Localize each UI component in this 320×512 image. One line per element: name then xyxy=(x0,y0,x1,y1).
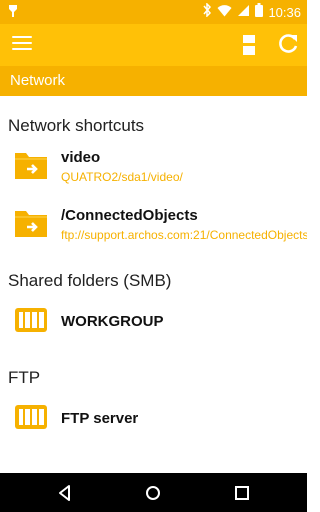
layout-toggle-icon[interactable] xyxy=(241,33,257,57)
server-icon xyxy=(14,403,48,433)
shortcut-item-video[interactable]: video QUATRO2/sda1/video/ xyxy=(0,142,307,194)
refresh-icon[interactable] xyxy=(276,32,300,56)
shortcut-path: ftp://support.archos.com:21/ConnectedObj… xyxy=(61,228,307,242)
bluetooth-icon xyxy=(202,2,212,22)
folder-shortcut-icon xyxy=(14,208,48,238)
shortcut-path: QUATRO2/sda1/video/ xyxy=(61,170,183,184)
wifi-icon xyxy=(217,4,232,22)
server-icon xyxy=(14,306,48,336)
smb-title: WORKGROUP xyxy=(61,313,164,330)
shortcut-title: video xyxy=(61,149,101,166)
shortcut-title: /ConnectedObjects xyxy=(61,207,198,224)
ftp-title: FTP server xyxy=(61,410,139,427)
status-bar: 10:36 xyxy=(0,0,307,24)
menu-icon[interactable] xyxy=(12,36,32,52)
clock: 10:36 xyxy=(268,5,301,20)
app-bar xyxy=(0,24,307,66)
recents-icon[interactable] xyxy=(231,482,253,504)
folder-shortcut-icon xyxy=(14,150,48,180)
home-icon[interactable] xyxy=(142,482,164,504)
battery-icon xyxy=(255,3,264,22)
notification-icon xyxy=(8,4,18,23)
network-shortcuts-heading: Network shortcuts xyxy=(8,116,145,135)
shortcut-item-connectedobjects[interactable]: /ConnectedObjects ftp://support.archos.c… xyxy=(0,200,307,252)
signal-icon xyxy=(237,4,250,22)
back-icon[interactable] xyxy=(54,482,76,504)
smb-heading: Shared folders (SMB) xyxy=(8,271,172,290)
smb-item-workgroup[interactable]: WORKGROUP xyxy=(0,298,307,350)
network-header: Network xyxy=(0,66,307,96)
navigation-bar xyxy=(0,473,307,512)
ftp-heading: FTP xyxy=(8,368,41,387)
ftp-item-server[interactable]: FTP server xyxy=(0,395,307,447)
